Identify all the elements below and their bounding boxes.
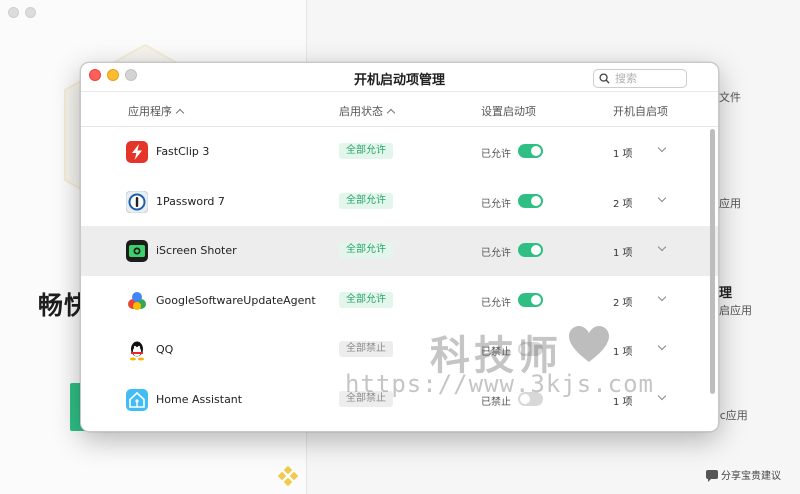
fastclip-icon bbox=[126, 141, 148, 163]
toggle-knob bbox=[531, 294, 541, 305]
table-header: 应用程序 启用状态 设置启动项 开机自启项 bbox=[81, 92, 718, 127]
status-badge[interactable]: 全部允许 bbox=[339, 143, 393, 159]
app-name: QQ bbox=[156, 343, 174, 356]
sort-ascending-icon bbox=[175, 108, 185, 117]
app-name: iScreen Shoter bbox=[156, 244, 237, 257]
chevron-down-icon[interactable] bbox=[658, 195, 666, 203]
startup-toggle[interactable] bbox=[518, 144, 543, 158]
bg-label-startup: 启应用 bbox=[719, 304, 752, 317]
app-name: 1Password 7 bbox=[156, 194, 225, 208]
startup-items-list: FastClip 3 全部允许 已允许 1 项 1Password 7 全部允许… bbox=[81, 127, 718, 424]
chevron-down-icon[interactable] bbox=[658, 393, 666, 401]
search-box[interactable] bbox=[593, 69, 687, 88]
toggle-knob bbox=[520, 344, 530, 354]
main-close-button[interactable] bbox=[8, 7, 19, 18]
status-badge[interactable]: 全部允许 bbox=[339, 242, 393, 258]
sort-ascending-icon bbox=[386, 108, 396, 117]
status-badge[interactable]: 全部允许 bbox=[339, 192, 393, 209]
bg-label-files: 文件 bbox=[719, 91, 741, 104]
table-row[interactable]: FastClip 3 全部允许 已允许 1 项 bbox=[81, 127, 718, 177]
column-autostart-label: 开机自启项 bbox=[613, 105, 668, 118]
chevron-down-icon[interactable] bbox=[658, 343, 666, 351]
google-update-icon bbox=[128, 291, 146, 310]
column-autostart-header: 开机自启项 bbox=[613, 103, 668, 119]
column-app-label: 应用程序 bbox=[128, 105, 172, 118]
table-row[interactable]: 1Password 7 全部允许 已允许 2 项 bbox=[81, 177, 718, 227]
startup-toggle[interactable] bbox=[518, 391, 543, 406]
search-icon bbox=[599, 73, 610, 84]
toggle-knob bbox=[520, 393, 530, 404]
bg-label-manage: 理 bbox=[719, 286, 733, 301]
setting-label: 已允许 bbox=[481, 149, 511, 160]
table-row[interactable]: Home Assistant 全部禁止 已禁止 1 项 bbox=[81, 375, 718, 425]
startup-toggle[interactable] bbox=[518, 292, 543, 307]
item-count: 2 项 bbox=[613, 198, 633, 210]
bg-label-apps: 应用 bbox=[719, 197, 741, 210]
column-app-header[interactable]: 应用程序 bbox=[128, 103, 185, 119]
qq-icon bbox=[130, 341, 144, 361]
feedback-link[interactable]: 分享宝贵建议 bbox=[706, 467, 781, 482]
item-count: 1 项 bbox=[613, 149, 633, 160]
search-input[interactable] bbox=[615, 72, 675, 85]
app-name: FastClip 3 bbox=[156, 145, 210, 158]
startup-manager-dialog: 开机启动项管理 应用程序 启用状态 设置启动项 开机自启项 bbox=[80, 62, 719, 432]
app-name: Home Assistant bbox=[156, 392, 243, 406]
item-count: 1 项 bbox=[613, 248, 633, 259]
onepassword-icon bbox=[126, 190, 148, 213]
setting-label: 已允许 bbox=[481, 297, 511, 309]
main-minimize-button[interactable] bbox=[25, 7, 36, 18]
table-row[interactable]: iScreen Shoter 全部允许 已允许 1 项 bbox=[81, 226, 718, 276]
item-count: 1 项 bbox=[613, 347, 633, 358]
status-badge[interactable]: 全部禁止 bbox=[339, 341, 393, 357]
toggle-knob bbox=[531, 195, 541, 206]
chevron-down-icon[interactable] bbox=[658, 294, 666, 302]
startup-toggle[interactable] bbox=[518, 342, 543, 356]
startup-toggle[interactable] bbox=[518, 193, 543, 208]
column-setting-label: 设置启动项 bbox=[481, 105, 536, 118]
setting-label: 已禁止 bbox=[481, 347, 511, 358]
setting-label: 已允许 bbox=[481, 198, 511, 210]
home-assistant-icon bbox=[126, 388, 148, 411]
startup-toggle[interactable] bbox=[518, 243, 543, 257]
item-count: 1 项 bbox=[613, 396, 633, 408]
toggle-knob bbox=[531, 245, 541, 255]
vertical-scrollbar[interactable] bbox=[710, 129, 715, 394]
table-row[interactable]: GoogleSoftwareUpdateAgent 全部允许 已允许 2 项 bbox=[81, 276, 718, 326]
toggle-knob bbox=[531, 146, 541, 156]
main-window-traffic-lights bbox=[8, 7, 36, 18]
column-status-label: 启用状态 bbox=[339, 105, 383, 118]
chevron-down-icon[interactable] bbox=[658, 244, 666, 252]
chevron-down-icon[interactable] bbox=[658, 145, 666, 153]
setting-label: 已禁止 bbox=[481, 396, 511, 408]
iscreen-shoter-icon bbox=[126, 240, 148, 262]
status-badge[interactable]: 全部禁止 bbox=[339, 390, 393, 407]
diamond-logo-icon bbox=[278, 466, 298, 486]
setting-label: 已允许 bbox=[481, 248, 511, 259]
app-name: GoogleSoftwareUpdateAgent bbox=[156, 293, 316, 307]
column-setting-header: 设置启动项 bbox=[481, 103, 536, 119]
chat-bubble-icon bbox=[706, 470, 718, 482]
column-status-header[interactable]: 启用状态 bbox=[339, 103, 396, 119]
item-count: 2 项 bbox=[613, 297, 633, 309]
feedback-label: 分享宝贵建议 bbox=[721, 471, 781, 482]
dialog-titlebar: 开机启动项管理 bbox=[81, 63, 718, 92]
table-row[interactable]: QQ 全部禁止 已禁止 1 项 bbox=[81, 325, 718, 375]
status-badge[interactable]: 全部允许 bbox=[339, 291, 393, 308]
